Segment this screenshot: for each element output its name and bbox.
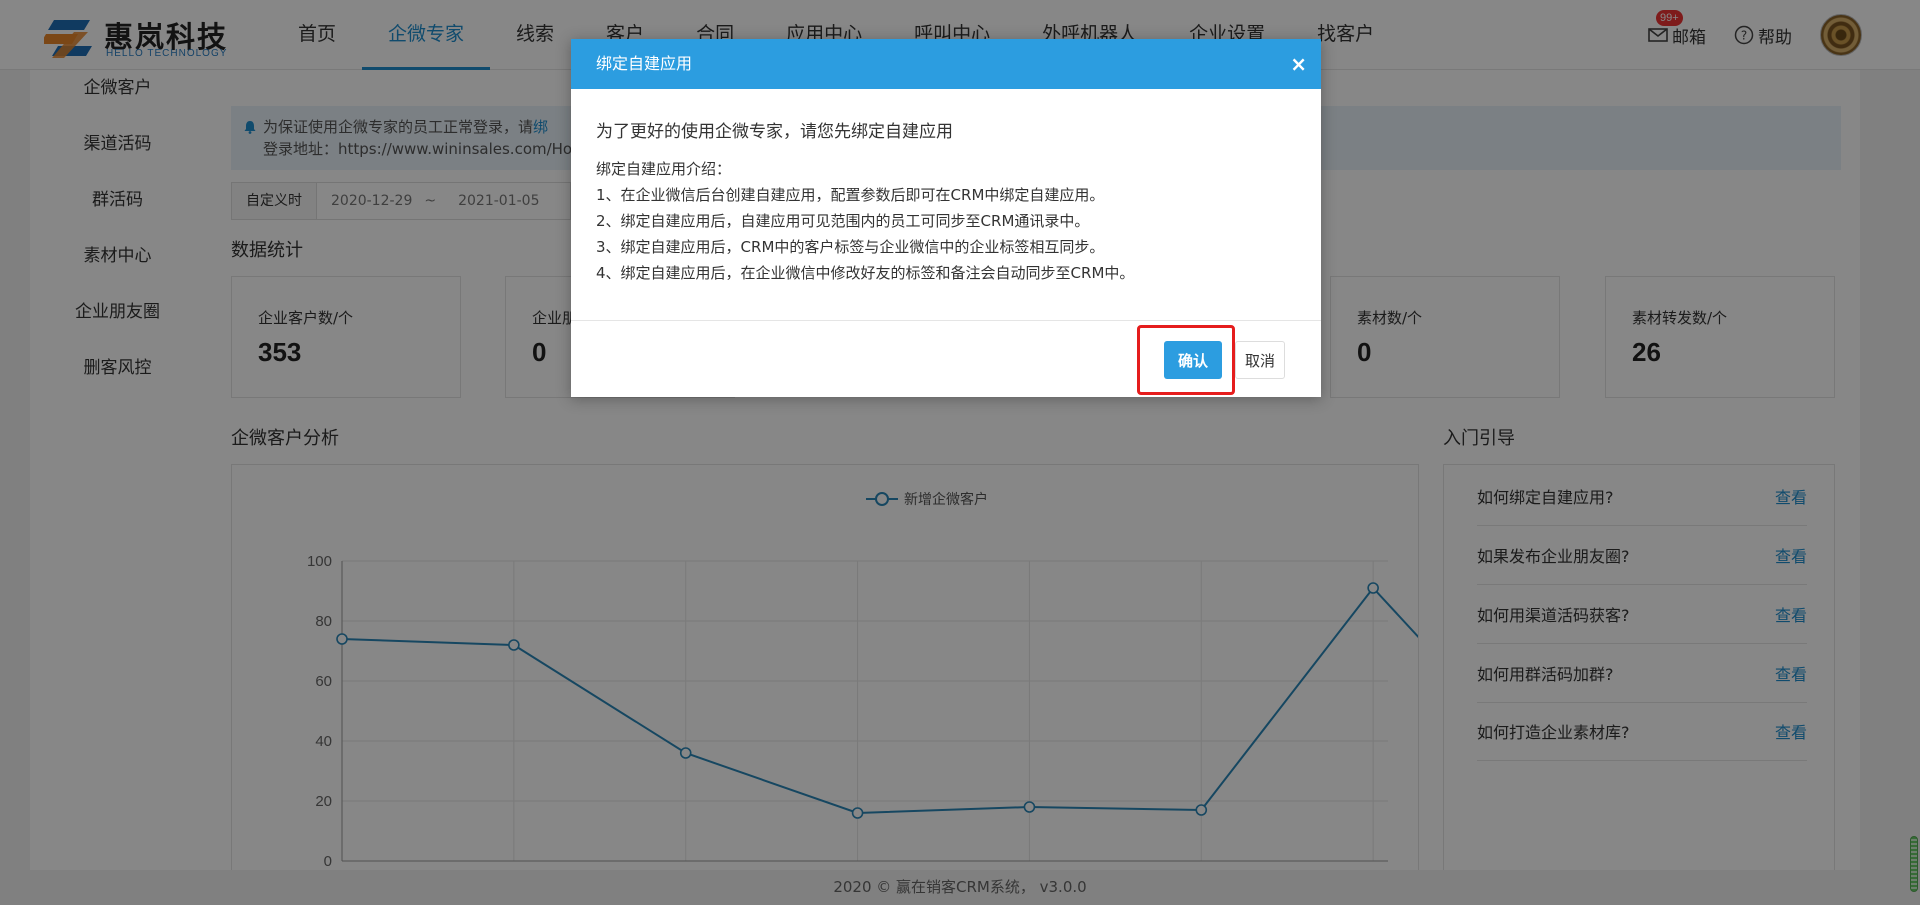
dialog-intro-line: 3、绑定自建应用后，CRM中的客户标签与企业微信中的企业标签相互同步。 xyxy=(596,238,1105,256)
dialog-body: 为了更好的使用企微专家，请您先绑定自建应用 绑定自建应用介绍： 1、在企业微信后… xyxy=(571,89,1321,321)
dialog-intro-line: 1、在企业微信后台创建自建应用，配置参数后即可在CRM中绑定自建应用。 xyxy=(596,186,1105,204)
cancel-button[interactable]: 取消 xyxy=(1235,341,1285,379)
dialog-header: 绑定自建应用 × xyxy=(571,39,1321,89)
dialog-intro-title: 绑定自建应用介绍： xyxy=(596,160,732,178)
dialog-footer: 确认 取消 xyxy=(571,321,1321,397)
dialog-lead-text: 为了更好的使用企微专家，请您先绑定自建应用 xyxy=(596,122,953,142)
bind-app-dialog: 绑定自建应用 × 为了更好的使用企微专家，请您先绑定自建应用 绑定自建应用介绍：… xyxy=(571,39,1321,397)
dialog-intro-line: 4、绑定自建应用后，在企业微信中修改好友的标签和备注会自动同步至CRM中。 xyxy=(596,264,1135,282)
dialog-intro-line: 2、绑定自建应用后，自建应用可见范围内的员工可同步至CRM通讯录中。 xyxy=(596,212,1090,230)
confirm-button[interactable]: 确认 xyxy=(1164,341,1222,379)
close-icon[interactable]: × xyxy=(1290,39,1307,89)
dialog-title: 绑定自建应用 xyxy=(596,54,693,73)
